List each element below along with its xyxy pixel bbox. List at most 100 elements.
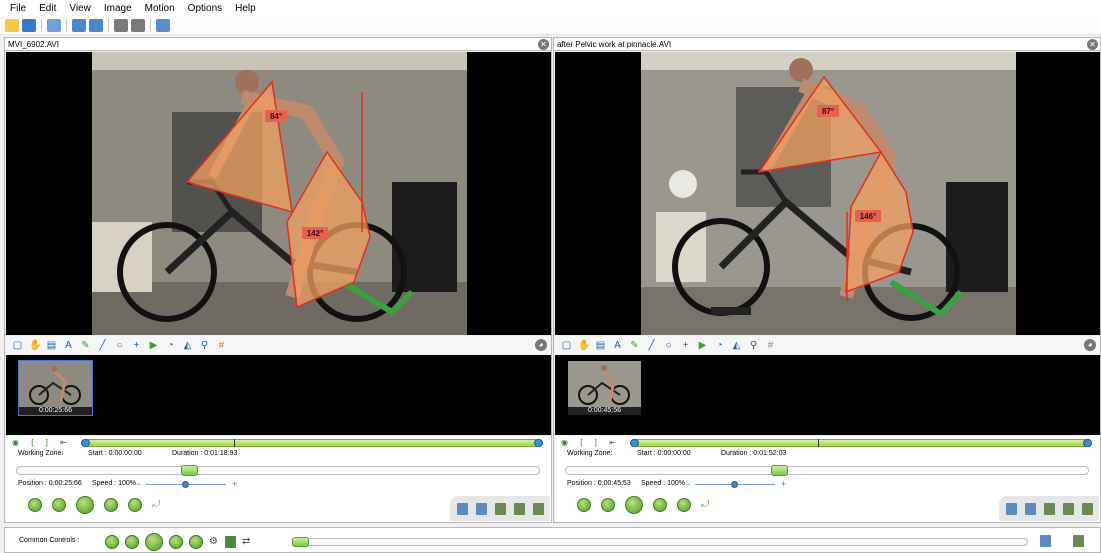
speed-increase-icon[interactable]: + [781,479,786,489]
magnifier-icon[interactable]: ⚲ [199,340,210,351]
color-profile-icon[interactable]: ◕ [1084,339,1096,351]
common-position-slider[interactable] [292,537,1028,547]
video-viewport[interactable]: 87° 146° [555,52,1100,335]
angle-icon[interactable]: ▶ [697,340,708,351]
last-frame-button[interactable] [128,498,142,512]
close-icon[interactable]: ✕ [1087,39,1098,50]
next-frame-button[interactable] [653,498,667,512]
color-profile-icon[interactable]: ◕ [535,339,547,351]
pencil-icon[interactable]: ✎ [629,340,640,351]
circle-icon[interactable]: ○ [663,340,674,351]
common-previous-frame-button[interactable] [125,535,139,549]
add-keyframe-icon[interactable]: ▢ [561,340,572,351]
common-first-frame-button[interactable] [105,535,119,549]
working-zone-start-handle[interactable] [81,439,90,447]
speed-slider-thumb[interactable] [731,481,738,488]
working-zone-icons[interactable]: ◉ [ ] ⇤ [12,438,72,447]
first-frame-button[interactable] [28,498,42,512]
film-export-icon[interactable] [514,502,525,515]
grid-icon[interactable]: # [765,340,776,351]
close-icon[interactable]: ✕ [538,39,549,50]
open-video-2-icon[interactable] [89,19,103,32]
keyframe-thumbnail[interactable]: 0:00:45:56 [567,360,642,416]
layout-single-icon[interactable] [47,19,61,32]
film-icon[interactable] [1044,502,1055,515]
angle-icon[interactable]: ▶ [148,340,159,351]
menu-edit[interactable]: Edit [39,3,56,14]
position-slider[interactable] [16,465,540,476]
line-icon[interactable]: ╱ [97,340,108,351]
working-zone-end-handle[interactable] [1083,439,1092,447]
menu-motion[interactable]: Motion [145,3,175,14]
cross-icon[interactable]: + [131,340,142,351]
cross-icon[interactable]: + [680,340,691,351]
save-video-icon[interactable] [1025,502,1036,515]
common-last-frame-button[interactable] [189,535,203,549]
save-video-icon[interactable] [476,502,487,515]
grid-icon[interactable]: # [216,340,227,351]
video-viewport[interactable]: 84° 142° [6,52,551,335]
film-save-icon[interactable] [533,502,544,515]
comment-icon[interactable]: ▤ [46,340,57,351]
menu-view[interactable]: View [69,3,91,14]
film-icon[interactable] [495,502,506,515]
menu-help[interactable]: Help [235,3,256,14]
menu-options[interactable]: Options [188,3,222,14]
last-frame-button[interactable] [677,498,691,512]
previous-frame-button[interactable] [601,498,615,512]
loop-icon[interactable]: ⤾ [152,500,162,510]
open-folder-icon[interactable] [5,19,19,32]
working-zone-start-handle[interactable] [630,439,639,447]
magnifier-icon[interactable]: ⚲ [748,340,759,351]
sync-icon[interactable]: ⚙ [209,537,219,547]
snapshot-icon[interactable] [1006,502,1017,515]
menu-file[interactable]: File [10,3,26,14]
line-icon[interactable]: ╱ [646,340,657,351]
film-save-icon[interactable] [1082,502,1093,515]
previous-frame-button[interactable] [52,498,66,512]
working-zone-track[interactable] [81,439,543,447]
loop-icon[interactable]: ⤾ [701,500,711,510]
working-zone-end-handle[interactable] [534,439,543,447]
add-keyframe-icon[interactable]: ▢ [12,340,23,351]
chrono-icon[interactable]: ◔ [714,340,725,351]
hand-icon[interactable]: ✋ [29,340,41,351]
common-snapshot-icon[interactable] [1040,535,1051,547]
working-zone-track[interactable] [630,439,1092,447]
dual-view-2-icon[interactable] [131,19,145,32]
open-video-icon[interactable] [72,19,86,32]
keyframe-thumbnail[interactable]: 0:00:25:66 [18,360,93,416]
menu-image[interactable]: Image [104,3,132,14]
common-film-icon[interactable] [1073,535,1084,547]
comment-icon[interactable]: ▤ [595,340,606,351]
circle-icon[interactable]: ○ [114,340,125,351]
speed-increase-icon[interactable]: + [232,479,237,489]
position-slider-thumb[interactable] [181,465,198,476]
speed-decrease-icon[interactable]: − [136,479,141,489]
common-play-button[interactable] [145,533,163,551]
track-icon[interactable]: ◭ [182,340,193,351]
position-slider-thumb[interactable] [771,465,788,476]
snapshot-icon[interactable] [457,502,468,515]
play-button[interactable] [625,496,643,514]
merge-icon[interactable] [225,536,236,548]
common-next-frame-button[interactable] [169,535,183,549]
working-zone-icons[interactable]: ◉ [ ] ⇤ [561,438,621,447]
track-icon[interactable]: ◭ [731,340,742,351]
capture-icon[interactable] [156,19,170,32]
play-button[interactable] [76,496,94,514]
dual-view-icon[interactable] [114,19,128,32]
position-slider[interactable] [565,465,1089,476]
chrono-icon[interactable]: ◔ [165,340,176,351]
speed-slider-thumb[interactable] [182,481,189,488]
swap-icon[interactable]: ⇄ [242,537,252,547]
common-position-slider-thumb[interactable] [292,537,309,547]
film-export-icon[interactable] [1063,502,1074,515]
first-frame-button[interactable] [577,498,591,512]
pencil-icon[interactable]: ✎ [80,340,91,351]
text-icon[interactable]: A [612,340,623,351]
save-icon[interactable] [22,19,36,32]
text-icon[interactable]: A [63,340,74,351]
next-frame-button[interactable] [104,498,118,512]
hand-icon[interactable]: ✋ [578,340,590,351]
